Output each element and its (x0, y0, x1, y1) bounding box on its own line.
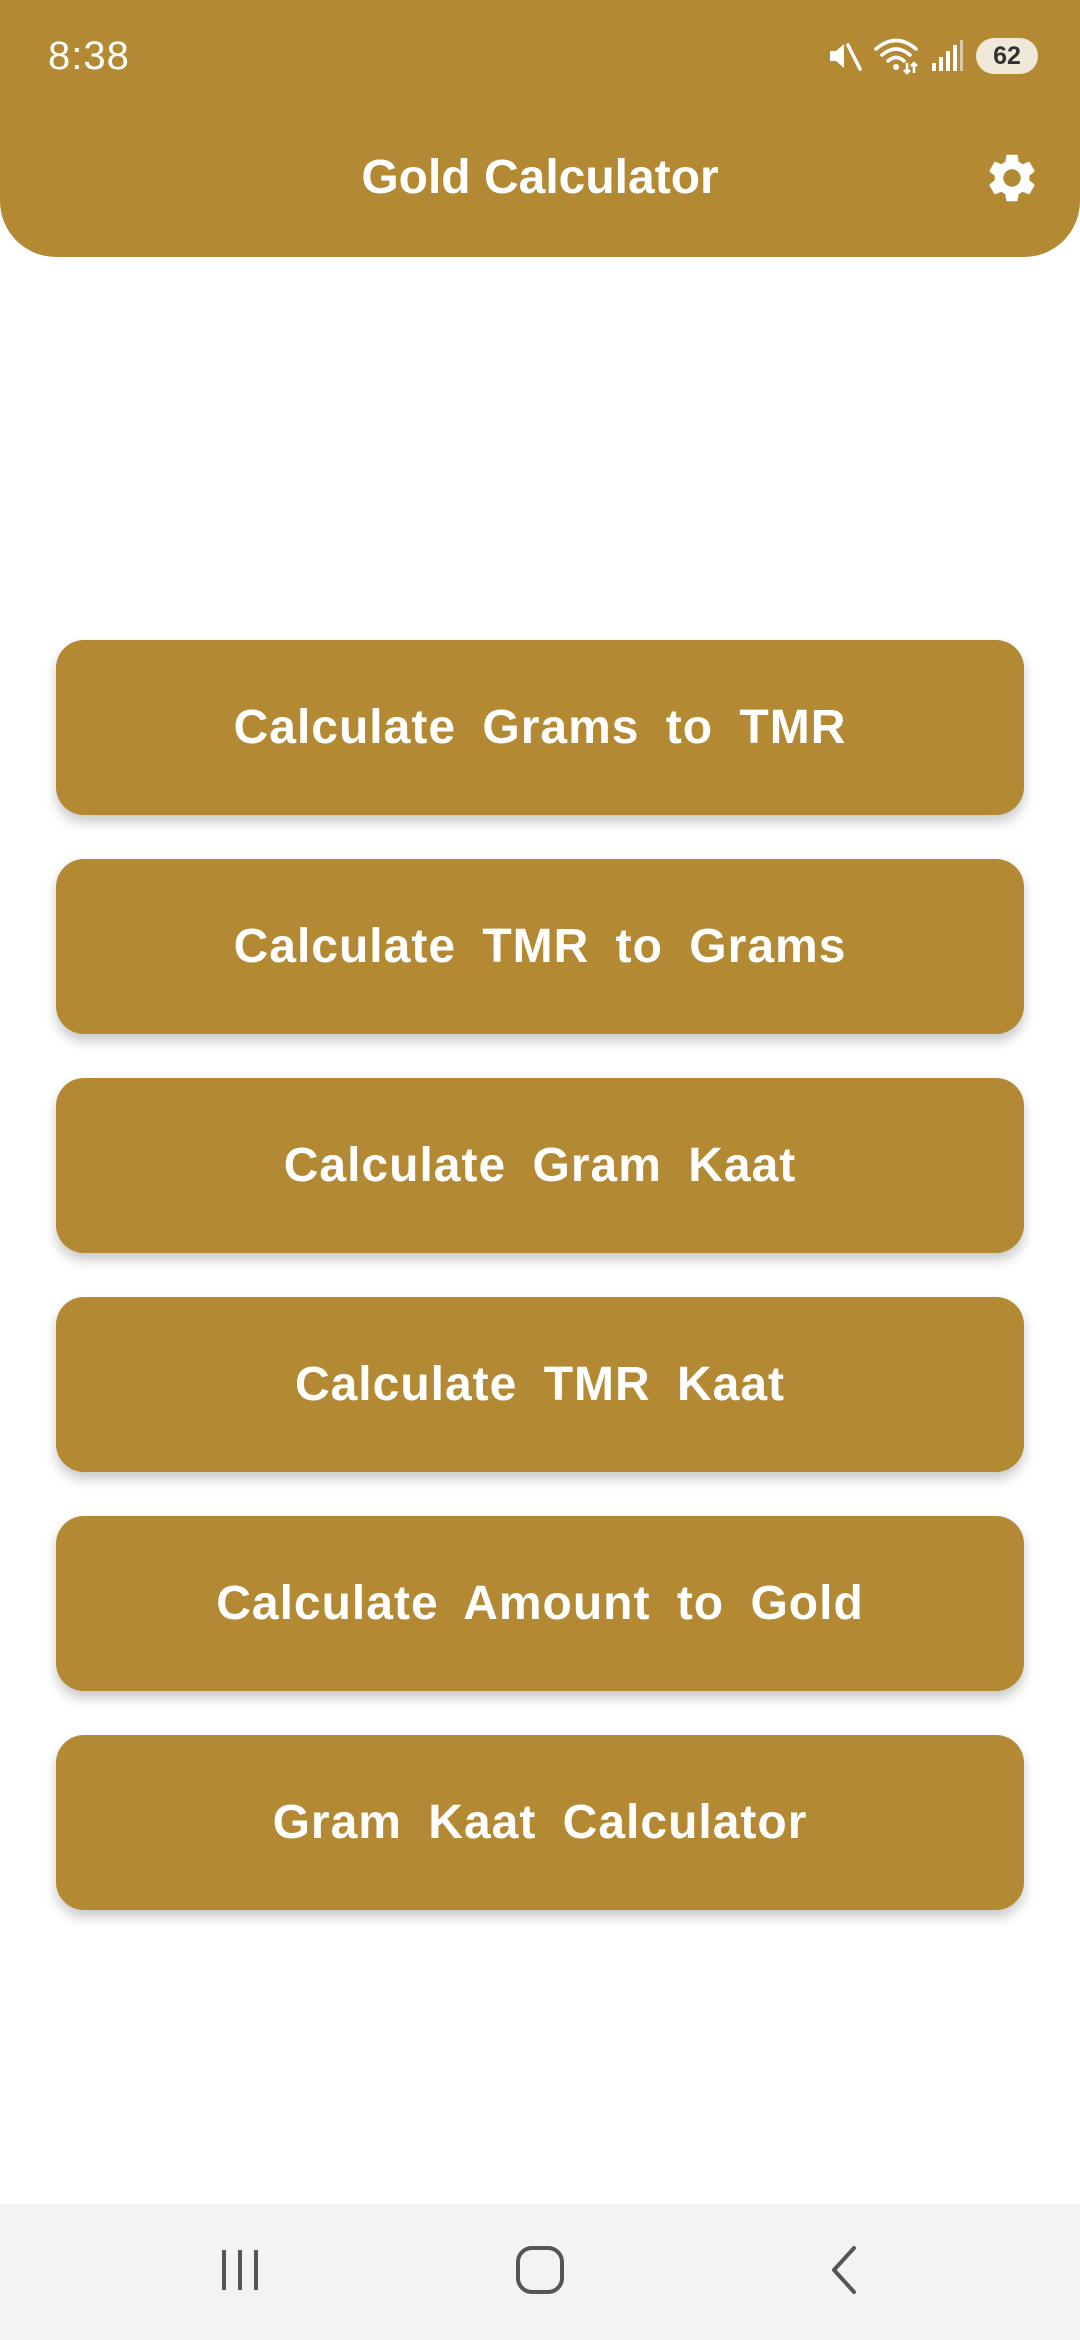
amount-to-gold-button[interactable]: Calculate Amount to Gold (56, 1516, 1024, 1691)
system-navigation-bar (0, 2204, 1080, 2340)
back-icon (824, 2244, 864, 2301)
gram-kaat-button[interactable]: Calculate Gram Kaat (56, 1078, 1024, 1253)
calculator-menu: Calculate Grams to TMR Calculate TMR to … (56, 640, 1024, 1954)
home-icon (514, 2244, 566, 2301)
mute-icon (826, 38, 862, 74)
signal-icon (930, 39, 964, 73)
page-title: Gold Calculator (361, 151, 719, 204)
recent-apps-icon (214, 2246, 266, 2299)
battery-icon: 62 (976, 38, 1038, 74)
tmr-to-grams-button[interactable]: Calculate TMR to Grams (56, 859, 1024, 1034)
status-time: 8:38 (48, 34, 130, 78)
status-icons: 62 (826, 33, 1038, 79)
status-bar: 8:38 62 (0, 0, 1080, 112)
app-header: 8:38 62 Gold Calculator (0, 0, 1080, 257)
settings-button[interactable] (980, 148, 1044, 212)
back-button[interactable] (794, 2226, 894, 2318)
tmr-kaat-button[interactable]: Calculate TMR Kaat (56, 1297, 1024, 1472)
wifi-icon (874, 37, 918, 75)
gram-kaat-calculator-button[interactable]: Gram Kaat Calculator (56, 1735, 1024, 1910)
gear-icon (983, 149, 1041, 212)
grams-to-tmr-button[interactable]: Calculate Grams to TMR (56, 640, 1024, 815)
recent-apps-button[interactable] (190, 2226, 290, 2318)
home-button[interactable] (490, 2226, 590, 2318)
